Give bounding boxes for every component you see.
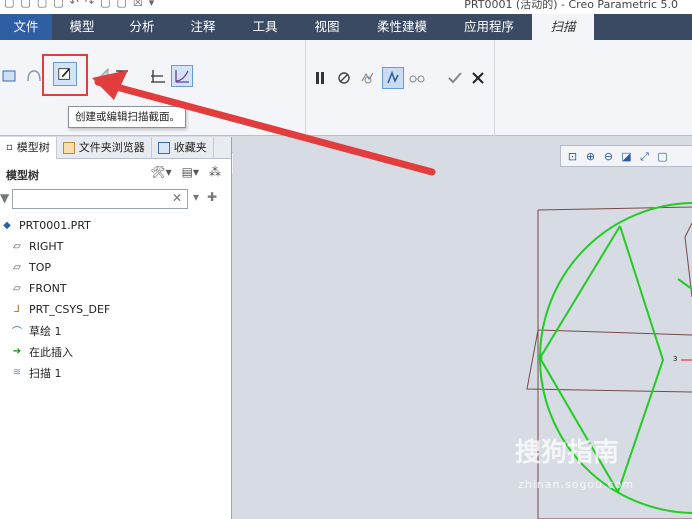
add-filter-icon[interactable]: ✚ xyxy=(207,190,217,204)
show-dropdown-icon[interactable]: ▤▾ xyxy=(182,165,199,179)
insert-here-arrow-icon: ➔ xyxy=(12,346,22,357)
window-icon[interactable]: ▢ xyxy=(116,0,126,9)
quick-access-toolbar: ▢ ▢ ▢ ▢ ↶ ↷ ▢ ▢ ☒ ▾ xyxy=(4,0,154,9)
graphics-window[interactable]: ⊡ ⊕ ⊖ ◪ ⤢ ▢ 3 xyxy=(233,137,692,519)
sweep-section-line xyxy=(539,225,621,359)
redo-icon[interactable]: ↷ xyxy=(85,0,94,9)
solid-sweep-icon[interactable] xyxy=(0,66,20,86)
pause-icon[interactable] xyxy=(310,68,330,88)
model-tree: ◆ PRT0001.PRT ▱ RIGHT ▱ TOP ▱ FRONT ⅃ PR… xyxy=(0,215,232,383)
tree-item-part[interactable]: ◆ PRT0001.PRT xyxy=(0,215,232,236)
dimension-marker: 3 xyxy=(673,355,677,363)
tab-folder-browser-label: 文件夹浏览器 xyxy=(78,141,145,154)
sketch-icon: ⌒ xyxy=(12,327,22,338)
ok-check-icon[interactable] xyxy=(445,68,465,88)
no-preview-icon[interactable] xyxy=(334,68,354,88)
clear-search-icon[interactable]: ✕ xyxy=(172,191,182,205)
panel-tools: 🛠▾ ▤▾ ⁂ xyxy=(150,165,221,179)
tab-tools[interactable]: 工具 xyxy=(234,14,296,40)
tree-item-csys[interactable]: ⅃ PRT_CSYS_DEF xyxy=(0,299,232,320)
window-title: PRT0001 (活动的) - Creo Parametric 5.0 xyxy=(464,0,678,11)
tab-applications[interactable]: 应用程序 xyxy=(446,14,532,40)
constant-section-icon[interactable] xyxy=(148,66,168,86)
coordinate-system-icon: ⅃ xyxy=(14,304,20,315)
tree-item-insert-here[interactable]: ➔ 在此插入 xyxy=(0,341,232,362)
glasses-preview-icon[interactable] xyxy=(407,68,427,88)
new-file-icon[interactable]: ▢ xyxy=(20,0,30,9)
filter-icon[interactable]: ▼ xyxy=(0,191,9,205)
tab-favorites[interactable]: 收藏夹 xyxy=(152,137,214,159)
tab-flexible-modeling[interactable]: 柔性建模 xyxy=(358,14,446,40)
ribbon-tab-bar: 文件 模型 分析 注释 工具 视图 柔性建模 应用程序 扫描 xyxy=(0,14,692,40)
model-tree-panel: ▫ 模型树 文件夹浏览器 收藏夹 模型树 🛠▾ ▤▾ ⁂ ▼ ✕ ▾ ✚ ◆ P… xyxy=(0,137,232,519)
tab-favorites-label: 收藏夹 xyxy=(173,141,207,154)
sweep-section-line xyxy=(539,357,619,493)
verify-mode-icon[interactable] xyxy=(382,67,404,89)
variable-section-icon[interactable] xyxy=(171,65,193,87)
tree-item-label: RIGHT xyxy=(29,240,64,253)
tab-folder-browser[interactable]: 文件夹浏览器 xyxy=(57,137,152,159)
tab-model-tree[interactable]: ▫ 模型树 xyxy=(0,137,57,159)
search-extra-controls: ▾ ✚ xyxy=(193,190,217,204)
close-window-icon[interactable]: ☒ xyxy=(133,0,143,9)
search-dropdown-icon[interactable]: ▾ xyxy=(193,190,199,204)
create-sketch-section-icon[interactable] xyxy=(53,62,77,86)
tree-item-front[interactable]: ▱ FRONT xyxy=(0,278,232,299)
tab-file[interactable]: 文件 xyxy=(0,14,52,40)
thicken-icon[interactable] xyxy=(112,66,132,86)
preview-icon[interactable] xyxy=(358,68,378,88)
datum-plane-icon: ▱ xyxy=(13,262,21,273)
tree-item-sketch[interactable]: ⌒ 草绘 1 xyxy=(0,320,232,341)
app-menu-icon[interactable]: ▢ xyxy=(4,0,14,9)
creo-window: ▢ ▢ ▢ ▢ ↶ ↷ ▢ ▢ ☒ ▾ PRT0001 (活动的) - Creo… xyxy=(0,0,692,519)
title-bar: ▢ ▢ ▢ ▢ ↶ ↷ ▢ ▢ ☒ ▾ PRT0001 (活动的) - Creo… xyxy=(0,0,692,14)
tab-view[interactable]: 视图 xyxy=(296,14,358,40)
tree-item-sweep[interactable]: ≋ 扫描 1 xyxy=(0,362,232,383)
save-icon[interactable]: ▢ xyxy=(53,0,63,9)
undo-icon[interactable]: ↶ xyxy=(70,0,79,9)
customize-dropdown-icon[interactable]: ▾ xyxy=(149,0,155,9)
datum-plane-icon: ▱ xyxy=(13,283,21,294)
regenerate-icon[interactable]: ▢ xyxy=(100,0,110,9)
search-input[interactable]: ✕ xyxy=(12,189,188,209)
tree-item-label: PRT0001.PRT xyxy=(19,219,91,232)
geometry-edge xyxy=(537,329,692,336)
favorites-icon xyxy=(157,142,170,154)
sweep-feature-icon: ≋ xyxy=(12,367,22,378)
tab-analysis[interactable]: 分析 xyxy=(112,14,172,40)
tree-filter-icon[interactable]: ⁂ xyxy=(209,165,221,179)
cancel-x-icon[interactable] xyxy=(468,68,488,88)
tree-item-label: PRT_CSYS_DEF xyxy=(29,303,111,316)
sweep-section-line xyxy=(617,225,665,493)
tree-settings-icon[interactable]: 🛠▾ xyxy=(150,165,171,179)
tree-item-label: 草绘 1 xyxy=(29,324,62,338)
folder-icon xyxy=(62,142,75,154)
start-point-marker xyxy=(537,355,543,361)
watermark-logo: 搜狗指南 xyxy=(515,438,620,468)
tab-model-tree-label: 模型树 xyxy=(16,141,50,154)
remove-material-icon[interactable] xyxy=(93,66,113,86)
tree-item-label: FRONT xyxy=(29,282,67,295)
tab-model[interactable]: 模型 xyxy=(52,14,112,40)
tab-annotate[interactable]: 注释 xyxy=(172,14,234,40)
tree-item-top[interactable]: ▱ TOP xyxy=(0,257,232,278)
tree-item-label: TOP xyxy=(29,261,52,274)
open-file-icon[interactable]: ▢ xyxy=(37,0,47,9)
model-geometry[interactable]: 3 xyxy=(233,137,692,519)
part-icon: ◆ xyxy=(3,220,11,231)
geometry-edge xyxy=(537,206,692,211)
panel-tabs: ▫ 模型树 文件夹浏览器 收藏夹 xyxy=(0,137,231,159)
tree-item-right[interactable]: ▱ RIGHT xyxy=(0,236,232,257)
tab-sweep[interactable]: 扫描 xyxy=(532,14,594,40)
watermark-url: zhinan.sogou.com xyxy=(518,478,635,491)
surface-sweep-icon[interactable] xyxy=(24,66,44,86)
tree-item-label: 在此插入 xyxy=(29,345,73,359)
sketch-tooltip: 创建或编辑扫描截面。 xyxy=(68,106,186,128)
tree-item-label: 扫描 1 xyxy=(29,366,62,380)
panel-title: 模型树 xyxy=(6,169,39,182)
datum-plane-icon: ▱ xyxy=(13,241,21,252)
